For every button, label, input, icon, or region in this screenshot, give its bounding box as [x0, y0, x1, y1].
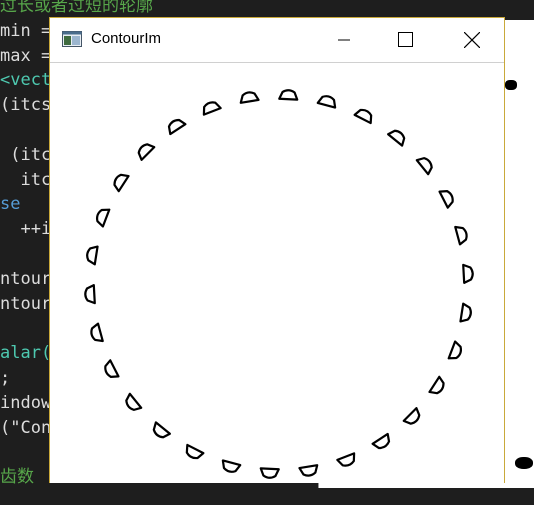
close-icon — [464, 32, 480, 48]
code-line: ++i — [0, 219, 52, 240]
minimize-icon — [338, 39, 350, 41]
contour-shape — [84, 284, 96, 305]
code-line: min = — [0, 20, 52, 41]
contour-shape — [259, 467, 280, 479]
maximize-icon — [398, 32, 413, 47]
contour-shape — [239, 91, 260, 104]
title-bar[interactable]: ContourIm — [50, 18, 504, 62]
contour-shape — [185, 443, 205, 460]
code-line: 过长或者过短的轮廓 — [0, 0, 153, 16]
contour-shape — [104, 359, 120, 378]
contour-shape — [447, 340, 463, 360]
contour-shape — [415, 157, 433, 176]
contour-shape — [202, 101, 222, 116]
code-line: max = — [0, 45, 52, 66]
contour-shape — [353, 108, 373, 125]
maximize-button[interactable] — [383, 18, 429, 62]
contour-shape — [90, 322, 104, 343]
contour-shape — [459, 302, 472, 323]
code-line: 齿数 — [0, 467, 34, 488]
contour-shape — [371, 432, 391, 450]
contour-shape — [95, 208, 111, 228]
contour-shape — [316, 95, 337, 109]
contour-shape — [125, 392, 143, 411]
contour-shape — [278, 89, 299, 101]
contour-window[interactable]: ContourIm — [49, 17, 505, 483]
contour-shape — [336, 452, 356, 467]
contour-image-canvas — [50, 62, 504, 483]
code-line: se — [0, 194, 21, 215]
window-title: ContourIm — [91, 30, 162, 47]
contour-shape — [402, 407, 421, 425]
image-blob-top — [505, 80, 517, 90]
contour-shape — [167, 118, 187, 136]
contour-shape — [428, 375, 445, 395]
code-line: indow — [0, 392, 52, 413]
contour-shape — [454, 225, 468, 246]
contour-shape — [113, 173, 130, 193]
minimize-button[interactable] — [321, 18, 367, 62]
contour-shape — [221, 459, 242, 473]
contour-image — [84, 89, 474, 479]
contour-shape — [462, 263, 474, 284]
contour-shape — [298, 464, 319, 477]
code-line: (itcs — [0, 95, 52, 116]
contour-shape — [86, 245, 99, 266]
contour-shape — [152, 421, 171, 439]
app-window-icon — [62, 31, 82, 47]
contour-shape — [387, 129, 406, 147]
contour-shape — [137, 143, 156, 161]
contour-shape — [438, 190, 454, 209]
close-button[interactable] — [449, 18, 495, 62]
code-line: ; — [0, 368, 11, 388]
image-blob-bottom — [515, 457, 533, 469]
